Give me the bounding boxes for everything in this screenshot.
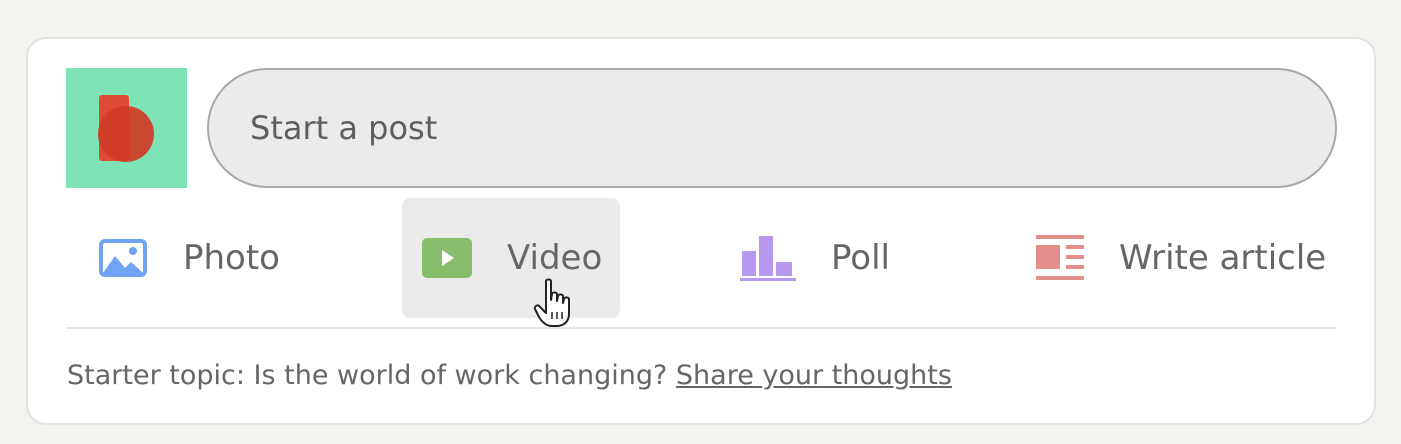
photo-button[interactable]: Photo — [76, 198, 306, 318]
photo-label: Photo — [183, 238, 280, 278]
starter-topic-text: Starter topic: Is the world of work chan… — [67, 360, 668, 391]
divider — [66, 327, 1337, 329]
starter-topic: Starter topic: Is the world of work chan… — [67, 360, 952, 391]
poll-label: Poll — [831, 238, 890, 278]
poll-icon — [740, 235, 796, 281]
article-icon — [1036, 235, 1084, 281]
company-logo-icon — [98, 95, 154, 162]
write-article-button[interactable]: Write article — [1016, 198, 1346, 318]
share-thoughts-link[interactable]: Share your thoughts — [676, 360, 952, 391]
video-icon — [422, 238, 472, 278]
start-post-input[interactable]: Start a post — [207, 68, 1337, 188]
video-label: Video — [507, 238, 603, 278]
start-post-placeholder: Start a post — [250, 109, 438, 147]
poll-button[interactable]: Poll — [720, 198, 950, 318]
video-button[interactable]: Video — [402, 198, 620, 318]
write-article-label: Write article — [1119, 238, 1327, 278]
photo-icon — [98, 238, 148, 278]
avatar[interactable] — [66, 68, 187, 188]
